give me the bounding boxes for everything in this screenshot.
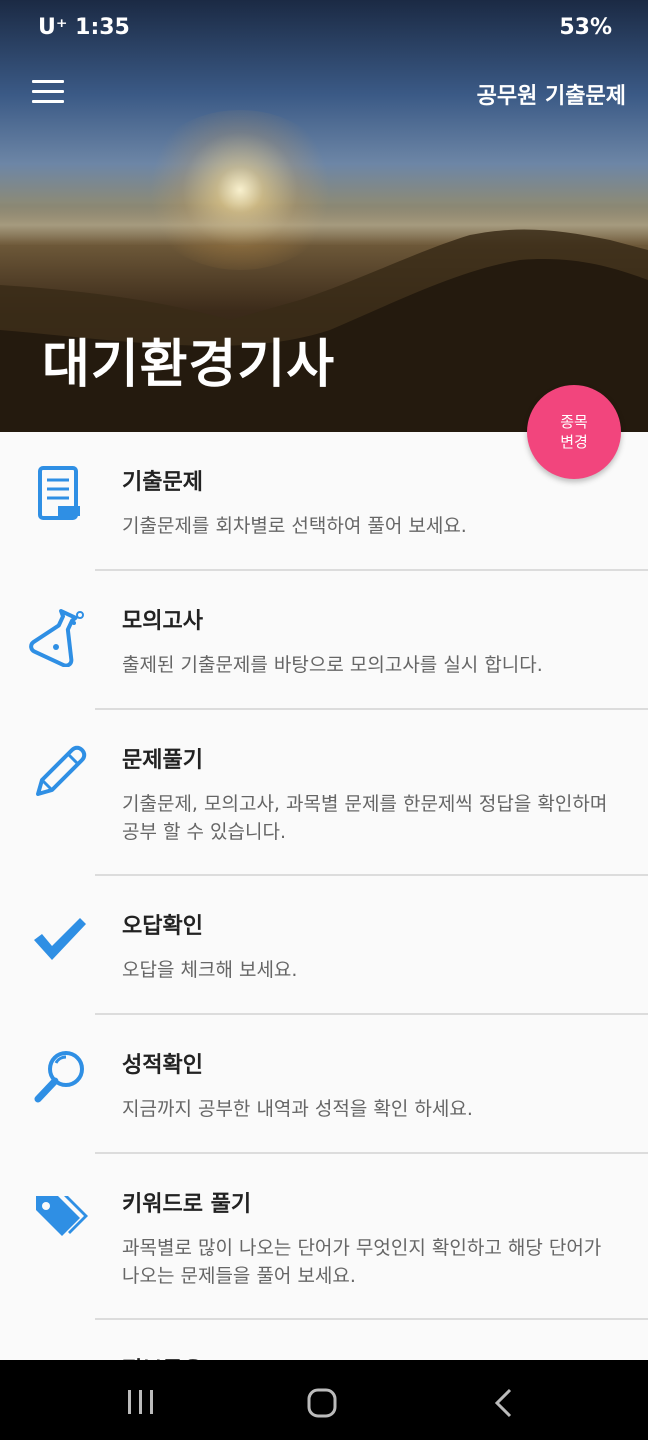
hamburger-menu-icon[interactable] [32, 80, 64, 104]
civil-service-link[interactable]: 공무원 기출문제 [477, 78, 626, 110]
recent-apps-icon[interactable] [126, 1388, 156, 1416]
change-category-button[interactable]: 종목 변경 [527, 385, 621, 479]
menu-item-check-scores[interactable]: 성적확인 지금까지 공부한 내역과 성적을 확인 하세요. [0, 1015, 648, 1154]
menu-item-solve-problems[interactable]: 문제풀기 기출문제, 모의고사, 과목별 문제를 한문제씩 정답을 확인하며 공… [0, 710, 648, 876]
menu-item-title: 오답확인 [122, 914, 203, 939]
menu-item-desc: 과목별로 많이 나오는 단어가 무엇인지 확인하고 해당 단어가 나오는 문제들… [122, 1237, 602, 1287]
fab-label-line2: 변경 [560, 433, 588, 451]
notepad-icon [38, 466, 80, 520]
menu-item-title: 기출문제 [122, 470, 203, 495]
menu-item-title: 모의고사 [122, 609, 203, 634]
fab-label-line1: 종목 [560, 413, 588, 431]
menu-item-desc: 오답을 체크해 보세요. [122, 959, 298, 981]
menu-item-mock-exam[interactable]: 모의고사 출제된 기출문제를 바탕으로 모의고사를 실시 합니다. [0, 571, 648, 710]
page-title: 대기환경기사 [42, 335, 336, 395]
menu-item-title: 성적확인 [122, 1053, 203, 1078]
flask-icon [29, 609, 84, 667]
menu-list: 기출문제 기출문제를 회차별로 선택하여 풀어 보세요. 모의고사 출제된 기출… [0, 432, 648, 1412]
checkmark-icon [34, 918, 86, 960]
menu-item-desc: 기출문제, 모의고사, 과목별 문제를 한문제씩 정답을 확인하며 공부 할 수… [122, 793, 608, 843]
menu-item-desc: 기출문제를 회차별로 선택하여 풀어 보세요. [122, 515, 467, 537]
menu-item-desc: 출제된 기출문제를 바탕으로 모의고사를 실시 합니다. [122, 654, 543, 676]
status-time: U⁺ 1:35 [38, 15, 130, 40]
battery-level: 53% [559, 15, 612, 40]
magnifier-icon [34, 1051, 84, 1103]
menu-item-title: 키워드로 풀기 [122, 1192, 252, 1217]
back-icon[interactable] [492, 1388, 514, 1418]
system-nav-bar [0, 1360, 648, 1440]
status-bar: U⁺ 1:35 53% [0, 0, 648, 60]
menu-item-keyword-solve[interactable]: 키워드로 풀기 과목별로 많이 나오는 단어가 무엇인지 확인하고 해당 단어가… [0, 1154, 648, 1320]
menu-item-wrong-answers[interactable]: 오답확인 오답을 체크해 보세요. [0, 876, 648, 1015]
tags-icon [36, 1196, 88, 1236]
menu-item-title: 문제풀기 [122, 748, 203, 773]
pencil-icon [36, 745, 87, 796]
home-icon[interactable] [306, 1388, 338, 1418]
menu-item-desc: 지금까지 공부한 내역과 성적을 확인 하세요. [122, 1098, 473, 1120]
